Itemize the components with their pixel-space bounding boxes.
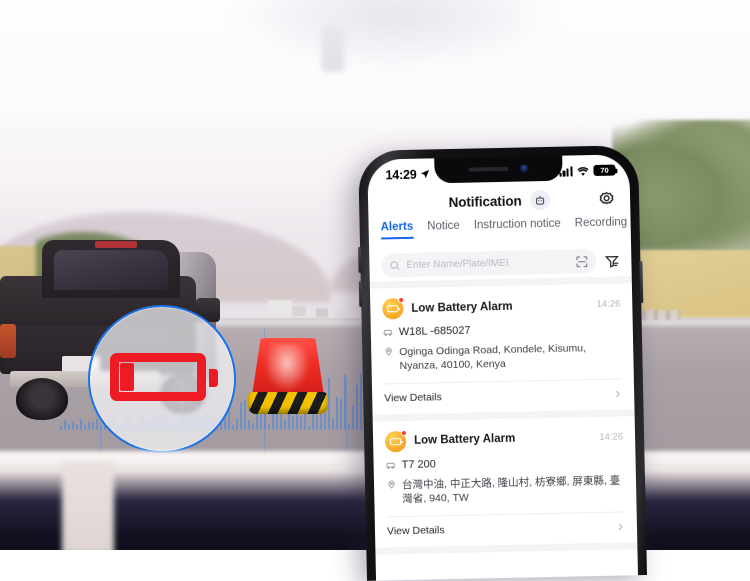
- address-row: 台灣中油, 中正大路, 隆山村, 枋寮鄉, 屏東縣, 臺灣省, 940, TW: [386, 473, 625, 507]
- phone-notch: [434, 156, 562, 184]
- chevron-right-icon: [616, 520, 625, 533]
- low-battery-alert-icon: [382, 298, 403, 319]
- vehicle-plate: T7 200: [401, 458, 435, 471]
- battery-icon: 70: [593, 164, 615, 176]
- battery-level-bar: [120, 363, 134, 391]
- wifi-icon: [576, 166, 589, 176]
- gear-icon[interactable]: [597, 189, 616, 208]
- vehicle-row: T7 200: [385, 454, 623, 471]
- magnifier-circle: [88, 305, 236, 453]
- unread-dot-badge: [401, 430, 407, 436]
- vehicle-row: W18L -685027: [383, 321, 621, 338]
- earpiece-speaker-icon: [468, 167, 508, 172]
- alert-header: Low Battery Alarm 14:26: [382, 293, 620, 319]
- vehicle-icon: [386, 460, 396, 470]
- phone-frame: 14:29 70: [358, 145, 647, 581]
- battery-terminal: [209, 369, 218, 387]
- scan-qr-icon[interactable]: [575, 255, 588, 268]
- list-item[interactable]: Low Battery Alarm 14:26 T7 200: [373, 416, 638, 547]
- tab-instruction-notice[interactable]: Instruction notice: [474, 218, 561, 238]
- volume-down-button[interactable]: [359, 281, 363, 307]
- list-item[interactable]: Low Battery Alarm 14:26 W18L -685027: [370, 283, 635, 414]
- far-vehicle: [316, 308, 328, 317]
- tab-alerts[interactable]: Alerts: [381, 221, 414, 240]
- beacon-striped-base: [248, 392, 328, 414]
- tail-lamp: [0, 324, 16, 358]
- search-input[interactable]: Enter Name/Plate/IMEI: [381, 249, 596, 277]
- beacon-glow: [264, 344, 310, 392]
- dashboard-pillar: [62, 462, 114, 550]
- alert-time: 14:26: [599, 431, 623, 442]
- app-header: Notification: [368, 180, 631, 221]
- third-brake-light: [95, 241, 137, 248]
- view-details-label: View Details: [387, 525, 445, 538]
- far-vehicle: [292, 306, 306, 316]
- page-title: Notification: [448, 193, 521, 210]
- search-placeholder: Enter Name/Plate/IMEI: [406, 256, 569, 270]
- rearview-mirror-stem: [322, 26, 344, 72]
- filter-icon[interactable]: [604, 253, 619, 268]
- low-battery-alert-icon: [385, 431, 406, 452]
- status-bar-right: 70: [559, 164, 615, 177]
- alert-address: Oginga Odinga Road, Kondele, Kisumu, Nya…: [399, 340, 622, 374]
- vehicle-icon: [383, 327, 393, 337]
- alert-title: Low Battery Alarm: [411, 298, 596, 314]
- alert-list[interactable]: Low Battery Alarm 14:26 W18L -685027: [370, 283, 638, 580]
- tab-notice[interactable]: Notice: [427, 220, 460, 239]
- smartphone-mockup: 14:29 70: [358, 145, 647, 581]
- volume-button[interactable]: [358, 247, 362, 273]
- status-bar-left: 14:29: [385, 167, 430, 182]
- map-pin-icon: [383, 346, 393, 356]
- tab-recording[interactable]: Recording: [575, 216, 628, 235]
- unread-dot-badge: [398, 297, 404, 303]
- alert-header: Low Battery Alarm 14:26: [385, 426, 623, 452]
- map-pin-icon: [386, 479, 396, 489]
- warning-beacon-light: [248, 338, 328, 420]
- alert-address: 台灣中油, 中正大路, 隆山村, 枋寮鄉, 屏東縣, 臺灣省, 940, TW: [402, 473, 625, 507]
- battery-level-text: 70: [600, 166, 608, 174]
- status-time: 14:29: [385, 167, 416, 182]
- phone-screen: 14:29 70: [367, 154, 638, 580]
- view-details-label: View Details: [384, 392, 442, 405]
- search-row: Enter Name/Plate/IMEI: [369, 246, 632, 279]
- alert-title: Low Battery Alarm: [414, 431, 599, 447]
- location-arrow-icon: [419, 168, 430, 179]
- truck-rear-window: [54, 250, 168, 290]
- robot-icon[interactable]: [529, 190, 549, 210]
- far-vehicle: [336, 310, 347, 318]
- address-row: Oginga Odinga Road, Kondele, Kisumu, Nya…: [383, 340, 622, 374]
- car-ceiling-blur: [230, 0, 560, 70]
- search-icon: [389, 260, 400, 271]
- tab-bar: Alerts Notice Instruction notice Recordi…: [369, 216, 631, 247]
- far-vehicle: [268, 300, 292, 316]
- chevron-right-icon: [613, 387, 622, 400]
- front-camera-icon: [520, 164, 528, 172]
- alert-time: 14:26: [596, 298, 620, 309]
- vehicle-plate: W18L -685027: [399, 325, 471, 339]
